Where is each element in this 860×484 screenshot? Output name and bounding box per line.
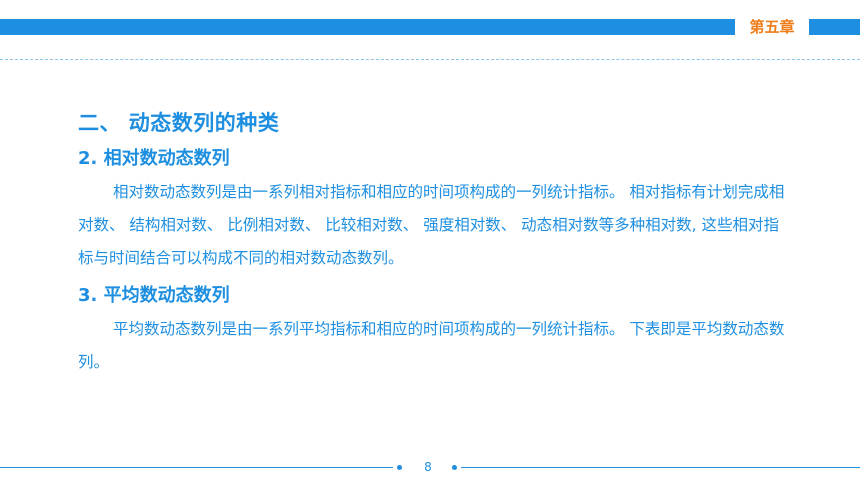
subsection-title-average: 3. 平均数动态数列 bbox=[78, 285, 230, 306]
paragraph-average: 平均数动态数列是由一系列平均指标和相应的时间项构成的一列统计指标。 下表即是平均… bbox=[78, 320, 785, 371]
slide-content: 二、 动态数列的种类 2. 相对数动态数列 相对数动态数列是由一系列相对指标和相… bbox=[78, 108, 798, 379]
slide: 第五章 二、 动态数列的种类 2. 相对数动态数列 相对数动态数列是由一系列相对… bbox=[0, 0, 860, 484]
page-number: 8 bbox=[424, 460, 432, 474]
section-title: 二、 动态数列的种类 bbox=[78, 111, 280, 135]
header-bar-left bbox=[0, 19, 735, 35]
footer-dot-left bbox=[397, 465, 402, 470]
chapter-label: 第五章 bbox=[749, 18, 795, 36]
footer-dot-right bbox=[452, 465, 457, 470]
header-bar-right bbox=[809, 19, 860, 35]
paragraph-relative: 相对数动态数列是由一系列相对指标和相应的时间项构成的一列统计指标。 相对指标有计… bbox=[78, 183, 785, 267]
subsection-title-relative: 2. 相对数动态数列 bbox=[78, 148, 230, 169]
footer-line-left bbox=[0, 467, 393, 468]
header-divider bbox=[0, 59, 860, 60]
footer-line-right bbox=[461, 467, 860, 468]
